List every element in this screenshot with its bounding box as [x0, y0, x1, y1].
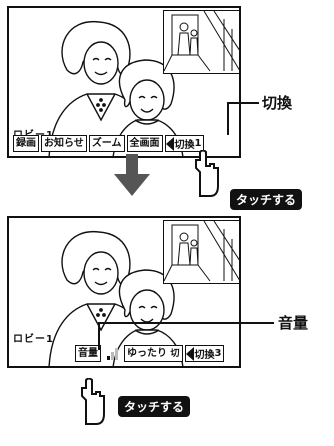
switch-callout-line: [227, 102, 259, 104]
bottom-camera-thumbnail: [163, 220, 239, 284]
slow-talk-state: 切: [170, 349, 180, 359]
top-monitor-screen: ロビー1 録画 お知らせ ズーム 全画面 切換 1: [7, 6, 241, 158]
top-camera-thumbnail: [163, 10, 239, 74]
switch-button-label: 切換: [194, 350, 215, 361]
bottom-monitor-screen: ロビー1 音量 ゆったり 切 切換 3: [7, 216, 241, 368]
transition-down-arrow-icon: [114, 154, 150, 196]
record-button[interactable]: 録画: [13, 135, 39, 152]
room-label: ロビー1: [13, 334, 54, 345]
volume-callout-line: [98, 322, 274, 324]
top-touch-badge: タッチする: [230, 189, 303, 210]
volume-callout-label: 音量: [278, 314, 309, 332]
switch-arrow-icon: [185, 346, 194, 361]
bottom-touch-hand-icon: [81, 378, 105, 425]
volume-bar-2: [111, 351, 114, 360]
switch-arrow-icon: [165, 136, 174, 151]
volume-callout-vline: [98, 322, 100, 350]
fullscreen-button[interactable]: 全画面: [126, 135, 163, 152]
top-touch-hand-icon: [195, 150, 219, 197]
slow-talk-button[interactable]: ゆったり 切: [124, 345, 183, 362]
switch-callout-label: 切換: [262, 94, 293, 112]
slow-talk-label: ゆったり: [127, 348, 167, 359]
switch-button-number: 1: [194, 138, 202, 149]
top-button-bar: 録画 お知らせ ズーム 全画面 切換 1: [13, 135, 205, 152]
switch-callout-vline: [227, 103, 229, 135]
notice-button[interactable]: お知らせ: [41, 135, 87, 152]
bottom-touch-badge: タッチする: [118, 396, 191, 417]
switch-button-number: 3: [214, 348, 222, 359]
zoom-button[interactable]: ズーム: [88, 135, 125, 152]
volume-level-indicator: [107, 347, 118, 360]
volume-bar-3: [115, 347, 118, 360]
switch-button-label: 切換: [174, 140, 195, 151]
volume-bar-1: [107, 355, 110, 360]
switch-button[interactable]: 切換 3: [184, 345, 225, 362]
